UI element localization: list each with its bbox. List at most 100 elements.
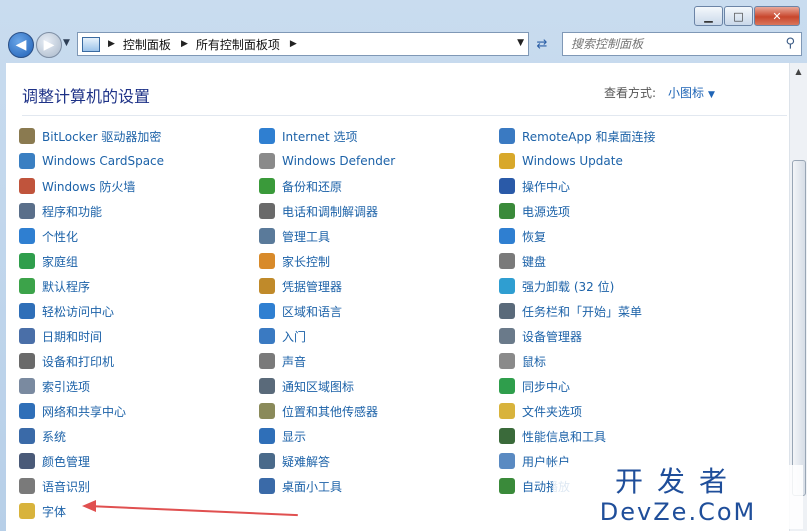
view-by-dropdown[interactable]: 小图标 ▼ — [668, 84, 715, 101]
default-programs-icon — [19, 278, 35, 294]
scroll-up-icon[interactable]: ▲ — [790, 63, 807, 80]
item-label: 颜色管理 — [42, 454, 91, 469]
item-label: 恢复 — [522, 229, 547, 244]
control-panel-item[interactable]: 强力卸载 (32 位) — [499, 276, 614, 296]
search-box[interactable]: ⚲ — [562, 32, 802, 56]
item-label: 声音 — [282, 354, 307, 369]
breadcrumb-all-items[interactable]: 所有控制面板项 — [196, 36, 280, 53]
item-label: 位置和其他传感器 — [282, 404, 379, 419]
control-panel-item[interactable]: Windows CardSpace — [19, 151, 164, 171]
forward-arrow-icon: ▶ — [43, 37, 55, 53]
breadcrumb-chevron-icon[interactable]: ▶ — [181, 39, 188, 49]
uninstall-icon — [499, 278, 515, 294]
control-panel-item[interactable]: 网络和共享中心 — [19, 401, 126, 421]
control-panel-item[interactable]: 语音识别 — [19, 476, 90, 496]
control-panel-item[interactable]: 索引选项 — [19, 376, 90, 396]
ease-of-access-icon — [19, 303, 35, 319]
control-panel-item[interactable]: 程序和功能 — [19, 201, 102, 221]
control-panel-item[interactable]: 键盘 — [499, 251, 546, 271]
control-panel-item[interactable]: Windows Update — [499, 151, 623, 171]
control-panel-item[interactable]: 声音 — [259, 351, 306, 371]
control-panel-item[interactable]: 性能信息和工具 — [499, 426, 606, 446]
control-panel-item[interactable]: 个性化 — [19, 226, 78, 246]
clock-icon — [19, 328, 35, 344]
sensor-icon — [259, 403, 275, 419]
close-button[interactable]: ✕ — [754, 6, 800, 26]
minimize-button[interactable]: ▁ — [694, 6, 723, 26]
programs-icon — [19, 203, 35, 219]
network-icon — [19, 403, 35, 419]
control-panel-item[interactable]: 位置和其他传感器 — [259, 401, 378, 421]
control-panel-item[interactable]: 日期和时间 — [19, 326, 102, 346]
control-panel-item[interactable]: Windows 防火墙 — [19, 176, 135, 196]
item-label: 语音识别 — [42, 479, 91, 494]
taskbar-icon — [499, 303, 515, 319]
keyboard-icon — [499, 253, 515, 269]
control-panel-item[interactable]: 通知区域图标 — [259, 376, 354, 396]
control-panel-item[interactable]: 文件夹选项 — [499, 401, 582, 421]
homegroup-icon — [19, 253, 35, 269]
control-panel-item[interactable]: 恢复 — [499, 226, 546, 246]
personalize-icon — [19, 228, 35, 244]
control-panel-item[interactable]: 系统 — [19, 426, 66, 446]
control-panel-item[interactable]: 同步中心 — [499, 376, 570, 396]
remoteapp-icon — [499, 128, 515, 144]
item-label: 家长控制 — [282, 254, 331, 269]
item-label: BitLocker 驱动器加密 — [42, 129, 162, 144]
control-panel-item[interactable]: 疑难解答 — [259, 451, 330, 471]
control-panel-item[interactable]: 电话和调制解调器 — [259, 201, 378, 221]
item-label: 操作中心 — [522, 179, 571, 194]
address-dropdown-icon[interactable]: ▼ — [517, 38, 524, 48]
control-panel-item[interactable]: 鼠标 — [499, 351, 546, 371]
item-label: Windows CardSpace — [42, 154, 165, 168]
navigation-bar: ◀ ▶ ▼ ▶ 控制面板 ▶ 所有控制面板项 ▶ ▼ ⇄ ⚲ — [0, 29, 807, 59]
control-panel-item[interactable]: Windows Defender — [259, 151, 395, 171]
item-label: 鼠标 — [522, 354, 547, 369]
control-panel-item[interactable]: 显示 — [259, 426, 306, 446]
breadcrumb-chevron-icon[interactable]: ▶ — [108, 39, 115, 49]
control-panel-item[interactable]: 设备管理器 — [499, 326, 582, 346]
control-panel-item[interactable]: 默认程序 — [19, 276, 90, 296]
search-input[interactable] — [569, 36, 773, 52]
scrollbar-thumb[interactable] — [792, 160, 806, 496]
divider — [22, 115, 787, 116]
control-panel-item[interactable]: 家长控制 — [259, 251, 330, 271]
chevron-down-icon[interactable]: ▼ — [708, 90, 715, 100]
refresh-button[interactable]: ⇄ — [532, 34, 552, 54]
control-panel-item[interactable]: 轻松访问中心 — [19, 301, 114, 321]
item-label: Internet 选项 — [282, 129, 358, 144]
view-by-value[interactable]: 小图标 — [668, 86, 704, 100]
search-icon[interactable]: ⚲ — [785, 36, 795, 51]
control-panel-item[interactable]: 电源选项 — [499, 201, 570, 221]
back-button[interactable]: ◀ — [8, 32, 34, 58]
recent-pages-dropdown[interactable]: ▼ — [63, 38, 70, 48]
region-icon — [259, 303, 275, 319]
control-panel-item[interactable]: 入门 — [259, 326, 306, 346]
item-label: 性能信息和工具 — [522, 429, 607, 444]
control-panel-item[interactable]: 管理工具 — [259, 226, 330, 246]
control-panel-item[interactable]: RemoteApp 和桌面连接 — [499, 126, 656, 146]
address-bar[interactable]: ▶ 控制面板 ▶ 所有控制面板项 ▶ ▼ — [77, 32, 529, 56]
breadcrumb-control-panel[interactable]: 控制面板 — [123, 36, 171, 53]
item-label: 管理工具 — [282, 229, 331, 244]
item-label: 家庭组 — [42, 254, 79, 269]
control-panel-item[interactable]: 字体 — [19, 501, 66, 521]
control-panel-item[interactable]: 颜色管理 — [19, 451, 90, 471]
control-panel-item[interactable]: 备份和还原 — [259, 176, 342, 196]
control-panel-item[interactable]: 区域和语言 — [259, 301, 342, 321]
control-panel-item[interactable]: Internet 选项 — [259, 126, 357, 146]
control-panel-item[interactable]: 任务栏和「开始」菜单 — [499, 301, 642, 321]
control-panel-item[interactable]: 家庭组 — [19, 251, 78, 271]
indexing-icon — [19, 378, 35, 394]
parental-controls-icon — [259, 253, 275, 269]
vertical-scrollbar[interactable]: ▲ — [789, 63, 807, 531]
control-panel-item[interactable]: BitLocker 驱动器加密 — [19, 126, 161, 146]
control-panel-item[interactable]: 桌面小工具 — [259, 476, 342, 496]
control-panel-item[interactable]: 操作中心 — [499, 176, 570, 196]
forward-button[interactable]: ▶ — [36, 32, 62, 58]
item-label: 默认程序 — [42, 279, 91, 294]
control-panel-item[interactable]: 设备和打印机 — [19, 351, 114, 371]
control-panel-item[interactable]: 凭据管理器 — [259, 276, 342, 296]
breadcrumb-chevron-icon[interactable]: ▶ — [290, 39, 297, 49]
maximize-button[interactable]: □ — [724, 6, 753, 26]
